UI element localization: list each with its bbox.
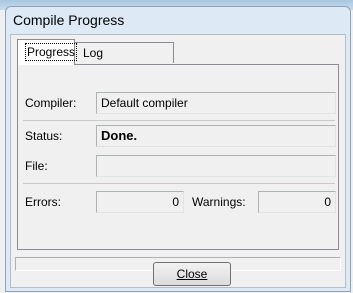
compile-progress-dialog: Compile Progress Progress Log Compiler: … — [5, 6, 351, 292]
dialog-title: Compile Progress — [13, 12, 125, 28]
divider — [23, 120, 335, 121]
warnings-field: 0 — [258, 191, 336, 213]
compiler-label: Compiler: — [25, 96, 77, 110]
divider — [23, 183, 335, 184]
compiler-field: Default compiler — [96, 92, 336, 114]
status-field: Done. — [96, 125, 336, 147]
progress-panel: Compiler: Default compiler Status: Done.… — [17, 64, 339, 250]
dialog-client-area: Progress Log Compiler: Default compiler … — [10, 34, 346, 288]
close-button-label: Close — [176, 267, 208, 281]
status-label: Status: — [25, 129, 63, 143]
tab-log-label: Log — [83, 46, 104, 60]
tab-log[interactable]: Log — [74, 42, 174, 63]
close-button[interactable]: Close — [153, 262, 231, 286]
errors-field: 0 — [96, 191, 184, 213]
file-field — [96, 155, 336, 177]
tab-progress[interactable]: Progress — [17, 39, 78, 65]
tab-progress-label: Progress — [24, 43, 78, 61]
warnings-label: Warnings: — [192, 195, 246, 209]
file-label: File: — [25, 159, 48, 173]
errors-label: Errors: — [25, 195, 61, 209]
